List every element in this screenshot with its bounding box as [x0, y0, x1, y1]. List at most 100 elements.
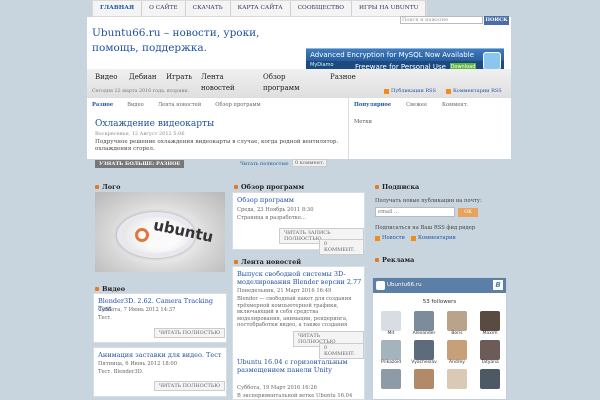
tab-misc[interactable]: Разное	[92, 102, 113, 108]
subscribe-heading: Подписка	[375, 183, 419, 191]
follower-name: Alexander	[412, 331, 436, 336]
tab-popular[interactable]: Популярное	[354, 102, 391, 108]
video-item-date: Пятница, 6 Июнь 2012 18:00	[98, 361, 178, 367]
vk-follower[interactable]: Vyacheslav	[411, 340, 437, 366]
rss-icon	[375, 235, 380, 241]
subscribe-text: Получать новые публикации на почту:	[375, 198, 482, 204]
rss-icon	[384, 88, 389, 94]
tab-recent[interactable]: Свежее	[406, 102, 427, 108]
video-item-title[interactable]: Анимация заставки для видео. Тест	[98, 351, 221, 359]
rss-posts-link[interactable]: Публикации RSS	[384, 88, 436, 94]
bullet-icon	[375, 185, 379, 189]
news-item-title[interactable]: Ubuntu 16.04 с горизонтальным размещение…	[237, 358, 362, 374]
vk-follower[interactable]: Alexander	[412, 311, 436, 337]
rss-news-label: Новости	[382, 235, 405, 241]
vk-follower[interactable]: Tatyana	[478, 340, 502, 366]
vk-logo-icon: В	[493, 280, 503, 290]
news-heading: Лента новостей	[234, 258, 301, 266]
follower-name: Prikazoid	[380, 360, 402, 365]
video-read-more-button[interactable]: ЧИТАТЬ ПОЛНОСТЬЮ	[154, 381, 226, 391]
logo-heading-text: Лого	[102, 183, 121, 191]
mainnav-misc[interactable]: Разное	[330, 72, 356, 83]
featured-comments[interactable]: 0 коммент.	[292, 159, 328, 167]
video-item-text: Тест. Blender3D.	[98, 369, 144, 375]
news-comments-button[interactable]: 0 КОММЕНТ.	[319, 343, 364, 359]
mainnav-news-feed[interactable]: Лента новостей	[201, 72, 241, 94]
vk-follower[interactable]: Maxim	[478, 311, 502, 337]
rss-news-link[interactable]: Новости	[375, 235, 405, 241]
vk-follower[interactable]: Prikazoid	[379, 340, 403, 366]
tab-comments[interactable]: Коммент.	[442, 102, 468, 108]
topnav-download[interactable]: СКАЧАТЬ	[186, 1, 231, 16]
tags-label: Метки	[354, 119, 372, 125]
ubuntu-circle-icon	[135, 228, 149, 242]
email-field[interactable]: email ...	[375, 207, 455, 217]
tab-program-reviews[interactable]: Обзор программ	[215, 102, 260, 108]
follower-name: Boris	[451, 331, 463, 336]
follower-avatar	[381, 340, 401, 360]
ad-line1: Advanced Encryption for MySQL Now Availa…	[306, 49, 504, 61]
bullet-icon	[234, 260, 238, 264]
subscribe-rss-links: Новости Комментарии	[375, 235, 456, 241]
rss-comments-link[interactable]: Комментарии RSS	[445, 88, 502, 94]
news-item-date: Суббота, 19 Март 2016 16:26	[237, 385, 317, 391]
rss-icon	[445, 88, 451, 94]
follower-avatar	[414, 340, 434, 360]
topnav-community[interactable]: СООБЩЕСТВО	[291, 1, 352, 16]
follower-avatar	[447, 369, 467, 389]
logo-heading: Лого	[95, 183, 120, 191]
search-placeholder: Поиск и нажатие	[402, 17, 449, 23]
review-item: Обзор программ Среда, 23 Ноябрь 2011 8:3…	[232, 192, 365, 255]
video-item-date: Суббота, 7 Июнь 2012 14:37	[98, 307, 176, 313]
featured-date: Воскресенье, 12 Август 2012 5:06	[95, 131, 185, 137]
tab-video[interactable]: Видео	[127, 102, 144, 108]
search-button[interactable]: ПОИСК	[484, 16, 509, 25]
tab-news-feed[interactable]: Лента новостей	[158, 102, 201, 108]
subscribe-ok-button[interactable]: OK	[458, 208, 478, 217]
news-heading-text: Лента новостей	[241, 258, 302, 266]
topnav-about[interactable]: О САЙТЕ	[142, 1, 186, 16]
vk-header[interactable]: Ubuntu66.ru В	[373, 278, 506, 293]
top-navigation: ГЛАВНАЯ О САЙТЕ СКАЧАТЬ КАРТА САЙТА СООБ…	[92, 0, 428, 17]
review-item-title[interactable]: Обзор программ	[237, 196, 294, 204]
featured-read-more[interactable]: Читать полностью	[240, 161, 289, 167]
video-read-more-button[interactable]: ЧИТАТЬ ПОЛНОСТЬЮ	[154, 328, 226, 338]
follower-avatar	[414, 311, 434, 331]
mainnav-debian[interactable]: Дебиан	[129, 72, 157, 83]
news-item-text: Blender — свободный пакет для создания т…	[237, 296, 352, 328]
bullet-icon	[234, 185, 238, 189]
vk-follower[interactable]	[379, 369, 403, 389]
follower-avatar	[447, 311, 467, 331]
topnav-games[interactable]: ИГРЫ НА UBUNTU	[352, 1, 427, 16]
video-heading-text: Видео	[102, 285, 126, 293]
vk-widget: Ubuntu66.ru В 53 followers Mit Alexander B…	[372, 277, 507, 400]
subscribe-heading-text: Подписка	[382, 183, 420, 191]
video-item-1: Blender3D. 2.62. Camera Tracking Test Су…	[93, 293, 227, 343]
featured-title[interactable]: Охлаждение видеокарты	[95, 119, 214, 129]
review-item-text: Страница в разработке...	[237, 215, 306, 221]
vk-follower[interactable]: Mit	[379, 311, 403, 337]
vk-follower[interactable]	[478, 369, 502, 389]
featured-tag-button[interactable]: УЗНАТЬ БОЛЬШЕ: РАЗНОЕ	[95, 160, 185, 168]
news-item-title[interactable]: Выпуск свободной системы 3D-моделировани…	[237, 270, 362, 286]
vk-followers: 53 followers	[422, 299, 457, 305]
follower-avatar	[381, 311, 401, 331]
topnav-home[interactable]: ГЛАВНАЯ	[93, 1, 143, 16]
mainnav-video[interactable]: Видео	[95, 72, 117, 83]
follower-name: Maxim	[482, 331, 498, 336]
vk-follower[interactable]	[412, 369, 436, 389]
review-comments-button[interactable]: 0 КОММЕНТ.	[319, 239, 364, 255]
vk-follower[interactable]: Boris	[445, 311, 469, 337]
rss-icon	[410, 235, 416, 241]
rss-comments-feed-link[interactable]: Комментарии	[410, 235, 456, 241]
mainnav-games[interactable]: Играть	[166, 72, 192, 83]
rss-comments-label: Комментарии RSS	[452, 88, 502, 94]
mainnav-program-reviews[interactable]: Обзор программ	[263, 72, 307, 94]
vk-follower[interactable]: Andrey	[445, 340, 469, 366]
popular-tabs: Популярное Свежее Коммент.	[354, 102, 468, 108]
ad-brand: MyDiamo	[310, 62, 334, 68]
site-title[interactable]: Ubuntu66.ru – новости, уроки, помощь, по…	[92, 26, 297, 56]
vk-follower[interactable]	[445, 369, 469, 389]
topnav-sitemap[interactable]: КАРТА САЙТА	[231, 1, 291, 16]
video-heading: Видео	[95, 285, 125, 293]
